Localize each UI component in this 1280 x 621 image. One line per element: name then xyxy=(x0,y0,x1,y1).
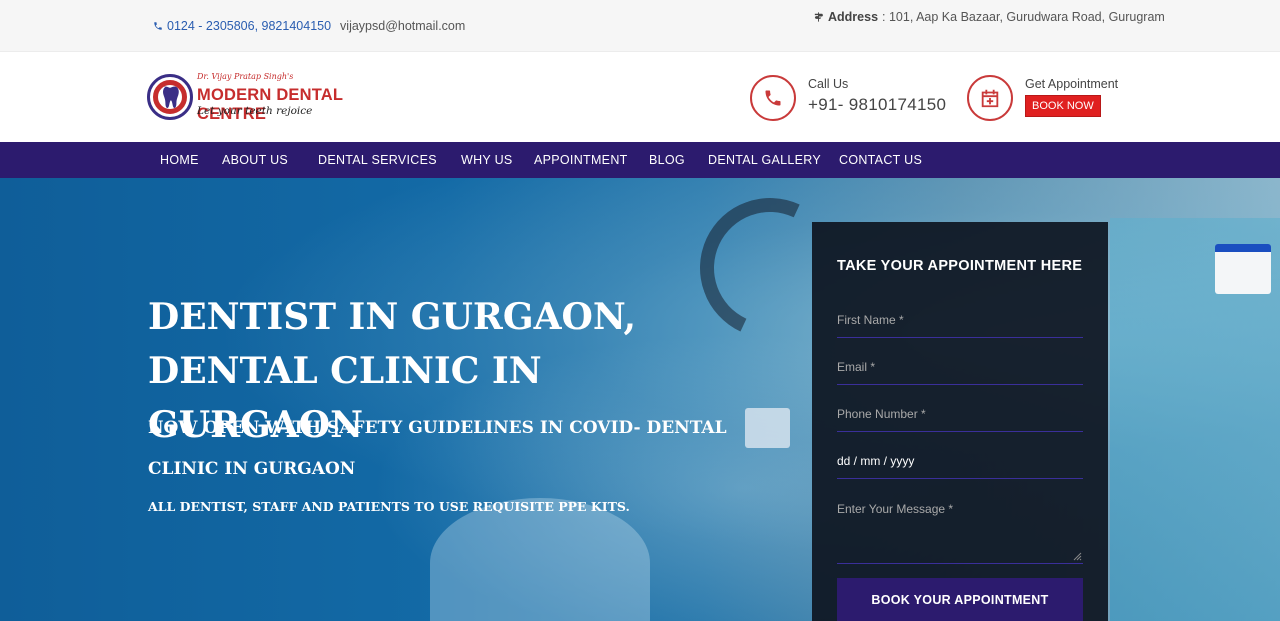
nav-contact-us[interactable]: CONTACT US xyxy=(839,153,922,167)
resize-handle-icon[interactable] xyxy=(1073,552,1082,561)
phone-circle-icon xyxy=(750,75,796,121)
main-nav: HOME ABOUT US DENTAL SERVICES WHY US APP… xyxy=(0,142,1280,178)
call-us-number[interactable]: +91- 9810174150 xyxy=(808,95,946,115)
signpost-icon xyxy=(814,12,824,22)
top-bar: 0124 - 2305806, 9821404150 vijaypsd@hotm… xyxy=(0,0,1280,52)
top-contact: 0124 - 2305806, 9821404150 vijaypsd@hotm… xyxy=(153,19,465,33)
date-input[interactable] xyxy=(837,443,1083,479)
book-appointment-button[interactable]: BOOK YOUR APPOINTMENT xyxy=(837,578,1083,621)
nav-dental-services[interactable]: DENTAL SERVICES xyxy=(318,153,437,167)
call-us-block: Call Us +91- 9810174150 xyxy=(750,75,946,121)
nav-home[interactable]: HOME xyxy=(160,153,199,167)
top-email[interactable]: vijaypsd@hotmail.com xyxy=(340,19,465,33)
hero-subtitle: NOW OPEN WITH SAFETY GUIDELINES IN COVID… xyxy=(148,418,727,479)
nav-why-us[interactable]: WHY US xyxy=(461,153,513,167)
email-input[interactable] xyxy=(837,349,1083,385)
top-phone-link[interactable]: 0124 - 2305806, 9821404150 xyxy=(153,19,331,33)
top-address: Address : 101, Aap Ka Bazaar, Gurudwara … xyxy=(813,10,1165,24)
first-name-input[interactable] xyxy=(837,302,1083,338)
site-header: Dr. Vijay Pratap Singh's MODERN DENTAL C… xyxy=(0,52,1280,142)
address-value: : 101, Aap Ka Bazaar, Gurudwara Road, Gu… xyxy=(882,10,1165,24)
book-now-button[interactable]: BOOK NOW xyxy=(1025,95,1101,117)
hero-background-shape xyxy=(1215,244,1271,294)
get-appointment-label: Get Appointment xyxy=(1025,77,1119,91)
nav-about-us[interactable]: ABOUT US xyxy=(222,153,288,167)
logo-doctor-name: Dr. Vijay Pratap Singh's xyxy=(197,72,294,81)
top-phone-numbers: 0124 - 2305806, 9821404150 xyxy=(167,19,332,33)
nav-blog[interactable]: BLOG xyxy=(649,153,685,167)
form-title: TAKE YOUR APPOINTMENT HERE xyxy=(837,258,1083,274)
message-textarea[interactable] xyxy=(837,496,1083,564)
phone-number-input[interactable] xyxy=(837,396,1083,432)
hero-background-shape xyxy=(430,498,650,621)
logo-tagline: Let your teeth rejoice xyxy=(197,105,313,117)
appointment-block: Get Appointment BOOK NOW xyxy=(967,75,1118,121)
call-us-label: Call Us xyxy=(808,77,849,91)
hero-note: ALL DENTIST, STAFF AND PATIENTS TO USE R… xyxy=(148,499,630,514)
calendar-plus-icon xyxy=(967,75,1013,121)
tooth-emblem-icon xyxy=(147,74,193,120)
address-label: Address xyxy=(828,10,879,24)
appointment-form: TAKE YOUR APPOINTMENT HERE BOOK YOUR APP… xyxy=(812,222,1108,621)
nav-dental-gallery[interactable]: DENTAL GALLERY xyxy=(708,153,821,167)
phone-icon xyxy=(154,22,162,30)
nav-appointment[interactable]: APPOINTMENT xyxy=(534,153,628,167)
site-logo[interactable]: Dr. Vijay Pratap Singh's MODERN DENTAL C… xyxy=(147,72,407,124)
